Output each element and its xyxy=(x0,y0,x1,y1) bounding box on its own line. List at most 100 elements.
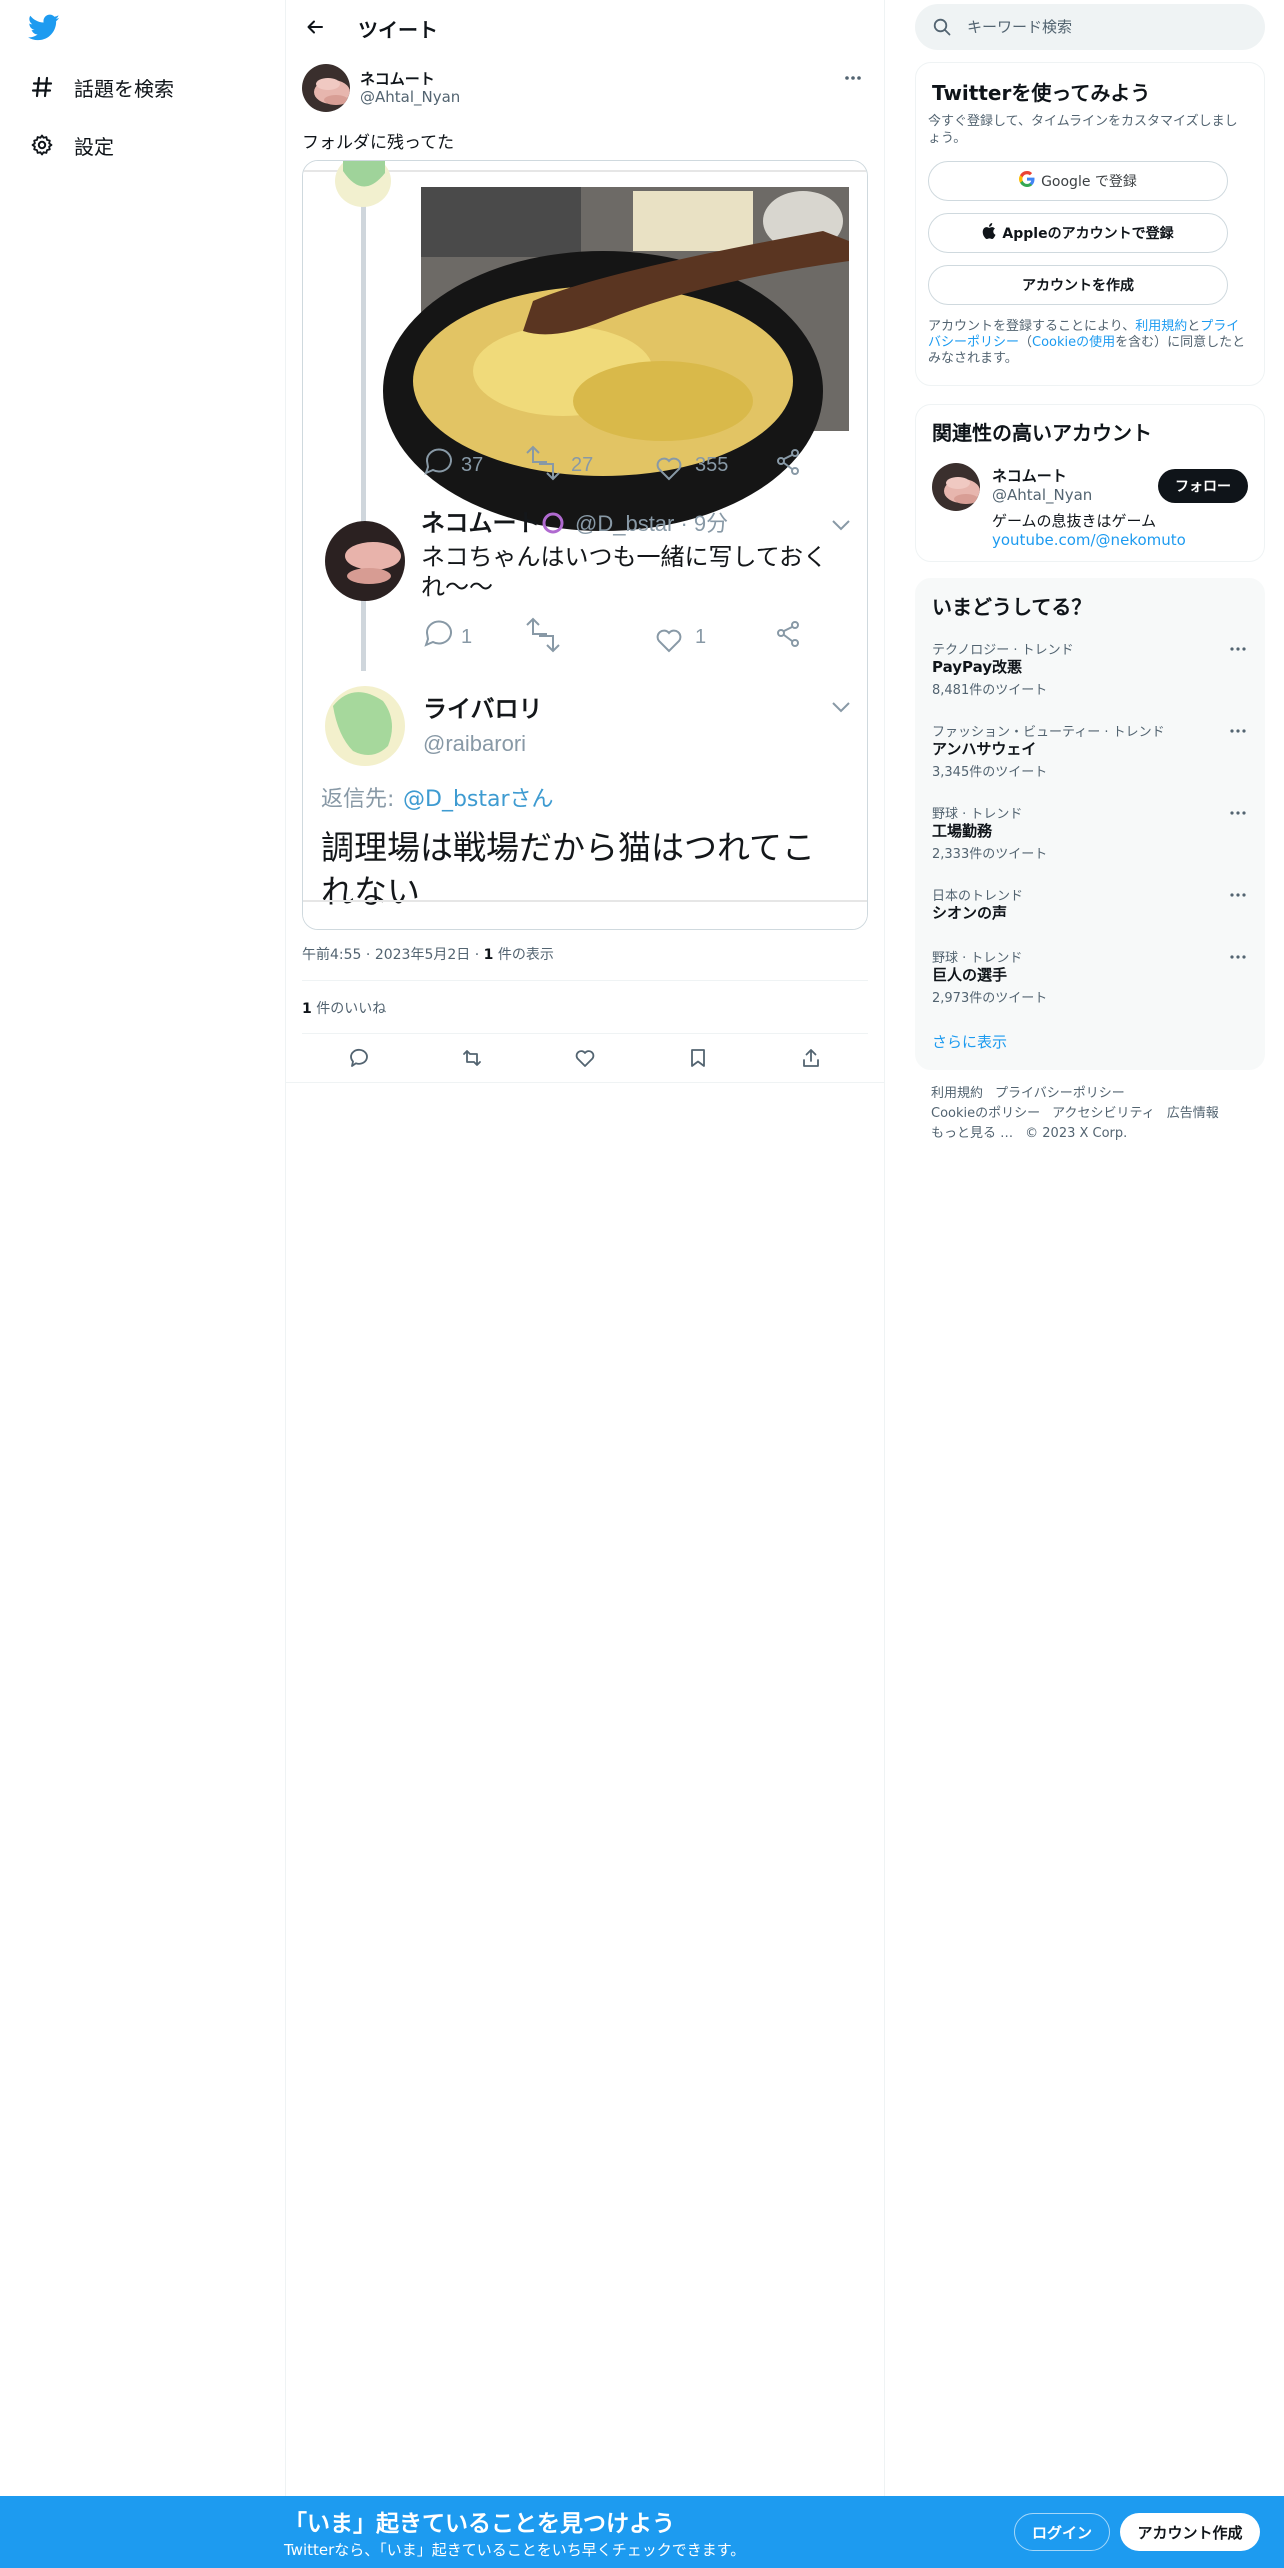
terms-link[interactable]: 利用規約 xyxy=(1135,319,1187,334)
page-title: ツイート xyxy=(358,18,438,42)
trend-name: 工場勤務 xyxy=(932,822,993,840)
more-options-icon[interactable] xyxy=(1226,721,1250,741)
trend-name: PayPay改悪 xyxy=(932,658,1023,676)
back-arrow-icon[interactable] xyxy=(300,12,330,42)
search-input[interactable] xyxy=(967,16,1247,38)
screenshot-post3-text-2: れない xyxy=(321,872,420,911)
more-options-icon[interactable] xyxy=(1226,803,1250,823)
hashtag-icon xyxy=(28,73,56,101)
more-options-icon[interactable] xyxy=(1226,639,1250,659)
bookmark-icon[interactable] xyxy=(680,1040,716,1076)
apple-signup-button[interactable]: Appleのアカウントで登録 xyxy=(928,213,1228,253)
footer-more-link[interactable]: もっと見る … xyxy=(931,1124,1013,1144)
follow-button[interactable]: フォロー xyxy=(1158,469,1248,503)
bottom-signup-bar: 「いま」起きていることを見つけよう Twitterなら、「いま」起きていることを… xyxy=(0,2496,1284,2568)
footer-ads-link[interactable]: 広告情報 xyxy=(1167,1104,1219,1124)
author-handle[interactable]: @Ahtal_Nyan xyxy=(360,88,460,106)
share-icon[interactable] xyxy=(793,1040,829,1076)
main-column: ツイート ネコムート @Ahtal_Nyan フォルダに残ってた 37 27 3… xyxy=(285,0,885,2568)
trend-count: 8,481件のツイート xyxy=(932,683,1048,698)
tweet-text: フォルダに残ってた xyxy=(302,133,455,153)
screenshot-image: 37 27 355 ネコムート @D_bstar · 9分 ネコちゃんはいつも一… xyxy=(303,161,867,929)
reply-icon[interactable] xyxy=(341,1040,377,1076)
screenshot-post3-text-1: 調理場は戦場だから猫はつれてこ xyxy=(321,828,815,867)
screenshot-post2-replies: 1 xyxy=(461,626,472,648)
footer-accessibility-link[interactable]: アクセシビリティ xyxy=(1052,1104,1155,1124)
related-account-handle[interactable]: @Ahtal_Nyan xyxy=(992,486,1092,504)
author-name[interactable]: ネコムート xyxy=(360,68,435,89)
footer-privacy-link[interactable]: プライバシーポリシー xyxy=(995,1084,1125,1104)
screenshot-post3-handle: @raibarori xyxy=(423,731,526,756)
google-signup-label: Google で登録 xyxy=(1041,174,1137,190)
related-account-bio: ゲームの息抜きはゲーム xyxy=(992,512,1157,530)
footer-cookie-link[interactable]: Cookieのポリシー xyxy=(931,1104,1040,1124)
screenshot-post2-name: ネコムート xyxy=(421,509,541,537)
footer-links: 利用規約 プライバシーポリシー Cookieのポリシー アクセシビリティ 広告情報 も… xyxy=(931,1084,1261,1144)
screenshot-post1-replies: 37 xyxy=(461,454,483,476)
more-options-icon[interactable] xyxy=(1226,947,1250,967)
like-icon[interactable] xyxy=(567,1040,603,1076)
header-bar: ツイート xyxy=(286,0,884,54)
signup-button[interactable]: アカウント作成 xyxy=(1120,2513,1260,2551)
screenshot-post3-name: ライバロリ xyxy=(423,695,543,723)
show-more-link[interactable]: さらに表示 xyxy=(932,1031,1007,1052)
apple-signup-label: Appleのアカウントで登録 xyxy=(1002,226,1174,242)
bottom-bar-title: 「いま」起きていることを見つけよう xyxy=(284,2511,675,2537)
avatar[interactable] xyxy=(932,463,980,511)
screenshot-post1-retweets: 27 xyxy=(571,454,593,476)
signup-legal-text: アカウントを登録することにより、利用規約とプライバシーポリシー（Cookieの使… xyxy=(928,319,1250,367)
nav-settings[interactable]: 設定 xyxy=(28,125,114,165)
screenshot-post3-reply-prefix: 返信先: xyxy=(321,787,394,812)
avatar[interactable] xyxy=(302,64,350,112)
signup-subtitle: 今すぐ登録して、タイムラインをカスタマイズしましょう。 xyxy=(928,114,1238,146)
search-box[interactable] xyxy=(915,4,1265,50)
signup-card: Twitterを使ってみよう 今すぐ登録して、タイムラインをカスタマイズしましょ… xyxy=(915,62,1265,386)
related-account-link[interactable]: youtube.com/@nekomuto xyxy=(992,531,1186,549)
trend-count: 2,333件のツイート xyxy=(932,847,1048,862)
tweet-actions xyxy=(302,1034,868,1082)
trend-item[interactable]: 野球 · トレンド 巨人の選手 2,973件のツイート xyxy=(932,947,1250,1011)
twitter-logo-icon[interactable] xyxy=(28,14,60,42)
trend-name: シオンの声 xyxy=(932,904,1008,922)
footer-terms-link[interactable]: 利用規約 xyxy=(931,1084,983,1104)
screenshot-post1-likes: 355 xyxy=(695,454,728,476)
nav-explore[interactable]: 話題を検索 xyxy=(28,67,174,107)
legal-and: と xyxy=(1187,319,1201,334)
tweet-time[interactable]: 午前4:55 xyxy=(302,947,361,963)
create-account-button[interactable]: アカウントを作成 xyxy=(928,265,1228,305)
trend-name: アンハサウェイ xyxy=(932,740,1037,758)
google-signup-button[interactable]: Google で登録 xyxy=(928,161,1228,201)
tweet-date[interactable]: 2023年5月2日 xyxy=(375,947,470,963)
trend-count: 2,973件のツイート xyxy=(932,991,1048,1006)
trends-card: いまどうしてる？ テクノロジー · トレンド PayPay改悪 8,481件のツ… xyxy=(915,578,1265,1070)
divider xyxy=(286,1082,884,1083)
views-label: 件の表示 xyxy=(493,947,554,963)
trend-item[interactable]: 野球 · トレンド 工場勤務 2,333件のツイート xyxy=(932,803,1250,867)
trend-item[interactable]: テクノロジー · トレンド PayPay改悪 8,481件のツイート xyxy=(932,639,1250,703)
screenshot-post2-text-1: ネコちゃんはいつも一緒に写しておく xyxy=(421,543,827,571)
trend-count: 3,345件のツイート xyxy=(932,765,1048,780)
tweet-meta: 午前4:55 · 2023年5月2日 · 1 件の表示 xyxy=(302,947,554,963)
screenshot-post2-text-2: れ〜〜 xyxy=(421,573,493,601)
tweet-author: ネコムート @Ahtal_Nyan xyxy=(302,64,868,114)
likes-summary[interactable]: 1 件のいいね xyxy=(302,998,386,1018)
apple-icon xyxy=(982,223,996,243)
cookie-link[interactable]: Cookieの使用 xyxy=(1032,335,1115,350)
retweet-icon[interactable] xyxy=(454,1040,490,1076)
more-options-icon[interactable] xyxy=(838,66,868,90)
tweet-media-image[interactable]: 37 27 355 ネコムート @D_bstar · 9分 ネコちゃんはいつも一… xyxy=(302,160,868,930)
related-account-name[interactable]: ネコムート xyxy=(992,465,1067,486)
left-navigation: 話題を検索 設定 xyxy=(0,0,285,2568)
google-icon xyxy=(1019,171,1035,191)
login-button[interactable]: ログイン xyxy=(1014,2513,1110,2551)
trend-name: 巨人の選手 xyxy=(932,966,1008,984)
likes-count: 1 xyxy=(302,1001,312,1017)
screenshot-post2-handle-time: @D_bstar · 9分 xyxy=(575,511,728,536)
footer-copyright: © 2023 X Corp. xyxy=(1025,1126,1128,1141)
trend-item[interactable]: 日本のトレンド シオンの声 xyxy=(932,885,1250,929)
gear-icon xyxy=(28,131,56,159)
more-options-icon[interactable] xyxy=(1226,885,1250,905)
trend-item[interactable]: ファッション・ビューティー · トレンド アンハサウェイ 3,345件のツイート xyxy=(932,721,1250,785)
signup-title: Twitterを使ってみよう xyxy=(932,81,1151,105)
nav-settings-label: 設定 xyxy=(74,134,114,159)
